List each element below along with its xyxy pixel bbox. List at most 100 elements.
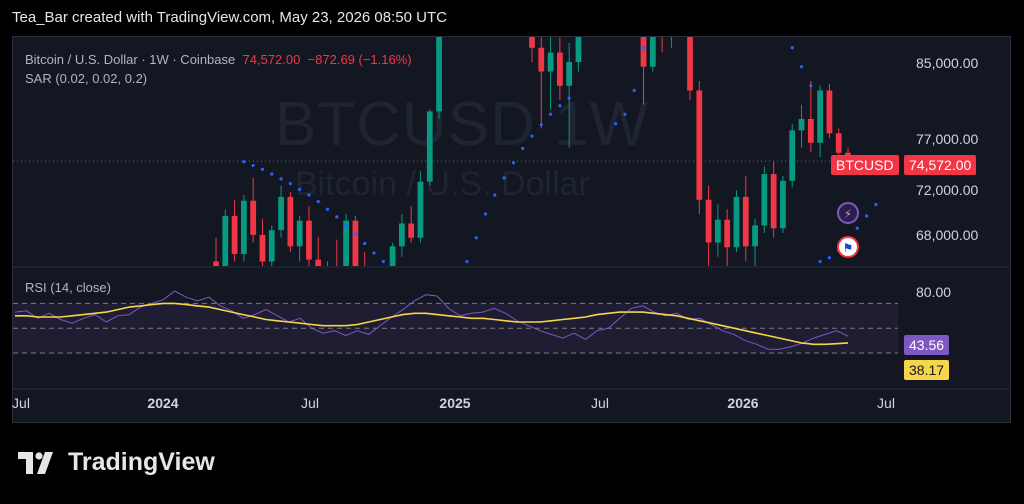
sar-dot — [316, 200, 320, 204]
time-tick-label: 2024 — [147, 395, 179, 411]
sar-dot — [260, 167, 265, 171]
us-flag-event-icon[interactable]: ⚑ — [837, 236, 859, 258]
candle-body — [278, 196, 284, 231]
candle-body — [547, 52, 554, 72]
candle-body — [325, 266, 331, 295]
sar-dot — [809, 84, 813, 88]
sar-dot — [502, 176, 506, 180]
candle-body — [417, 181, 424, 238]
symbol-badge: BTCUSD — [831, 155, 899, 175]
price-tick-label: 77,000.00 — [916, 131, 979, 147]
candle-body — [687, 37, 693, 91]
candle-body — [649, 37, 656, 67]
sar-dot — [511, 161, 516, 165]
price-and-rsi-chart[interactable] — [13, 37, 1010, 422]
candle-body — [296, 220, 303, 247]
candle-body — [826, 90, 833, 134]
time-tick-label: 2025 — [439, 395, 471, 411]
sar-dot — [632, 88, 636, 93]
tradingview-logo-icon — [18, 451, 53, 474]
sar-dot — [623, 112, 627, 116]
sar-dot — [242, 160, 246, 164]
brand-name: TradingView — [68, 448, 215, 476]
sar-dot — [410, 284, 413, 287]
candle-body — [268, 230, 275, 262]
sar-dot — [279, 177, 283, 181]
last-price-badge: 74,572.00 — [904, 155, 977, 175]
header-attribution: Tea_Bar created with TradingView.com, Ma… — [12, 9, 447, 26]
candle-body — [705, 199, 712, 243]
candle-body — [789, 130, 796, 181]
sar-dot — [539, 123, 543, 127]
sar-dot — [521, 146, 525, 151]
candle-body — [287, 196, 294, 247]
sar-dot — [474, 236, 478, 240]
sar-dot — [530, 134, 534, 138]
price-tick-label: 68,000.00 — [916, 227, 979, 243]
sar-dot — [864, 214, 869, 218]
sar-dot — [827, 256, 832, 260]
sar-dot — [335, 215, 339, 219]
lightning-event-icon[interactable]: ⚡ — [837, 202, 859, 224]
candle-body — [250, 200, 257, 235]
candle-body — [213, 261, 219, 266]
candle-body — [742, 196, 749, 247]
sar-dot — [790, 46, 794, 50]
sar-dot — [391, 268, 394, 271]
rsi-legend: RSI (14, close) — [25, 280, 111, 295]
candle-body — [399, 223, 405, 247]
rsi-ma-badge: 38.17 — [904, 360, 950, 380]
candle-body — [426, 111, 433, 182]
price-tick-label: 85,000.00 — [916, 55, 979, 71]
candle-body — [835, 133, 842, 153]
sar-dot — [614, 122, 618, 126]
candle-body — [557, 52, 563, 86]
candle-body — [408, 223, 415, 238]
sar-dot — [307, 193, 311, 197]
time-tick-label: Jul — [301, 395, 319, 411]
sar-dot — [567, 96, 571, 100]
sar-dot — [381, 259, 385, 264]
sar-dot — [344, 223, 348, 227]
rsi-value-badge: 43.56 — [904, 335, 950, 355]
candle-body — [389, 246, 396, 266]
candle-body — [724, 219, 731, 248]
chart-container[interactable]: BTCUSD 1W Bitcoin / U.S. Dollar Bitcoin … — [12, 36, 1011, 423]
candle-body — [222, 215, 229, 266]
candle-body — [715, 219, 721, 243]
sar-dot — [428, 298, 431, 301]
sar-dot — [641, 46, 646, 50]
candle-body — [807, 119, 814, 143]
sar-dot — [288, 182, 292, 186]
time-tick-label: Jul — [877, 395, 895, 411]
tradingview-logo: TradingView — [18, 448, 215, 477]
time-tick-label: Jul — [12, 395, 30, 411]
candle-body — [575, 37, 582, 62]
sar-dot — [855, 226, 859, 230]
sar-dot — [558, 104, 562, 108]
sar-dot — [270, 172, 274, 176]
candle-body — [334, 266, 340, 290]
sar-dot — [353, 232, 358, 236]
candle-body — [798, 119, 805, 131]
candle-body — [752, 225, 758, 247]
legend-sar: SAR (0.02, 0.02, 0.2) — [25, 71, 148, 86]
sar-dot — [799, 65, 804, 69]
candle-body — [780, 180, 786, 229]
sar-dot — [874, 202, 878, 207]
candle-body — [241, 200, 247, 254]
candle-body — [315, 259, 322, 266]
candle-body — [566, 62, 573, 86]
sar-dot — [363, 241, 367, 246]
candle-body — [770, 174, 777, 229]
sar-dot — [493, 193, 497, 197]
candle-body — [538, 47, 545, 72]
time-tick-label: 2026 — [727, 395, 759, 411]
sar-dot — [372, 251, 376, 255]
sar-dot — [251, 163, 255, 168]
sar-dot — [548, 112, 553, 116]
candle-body — [231, 215, 238, 254]
sar-dot — [483, 212, 488, 216]
candle-body — [529, 37, 535, 48]
sar-dot — [400, 276, 403, 279]
